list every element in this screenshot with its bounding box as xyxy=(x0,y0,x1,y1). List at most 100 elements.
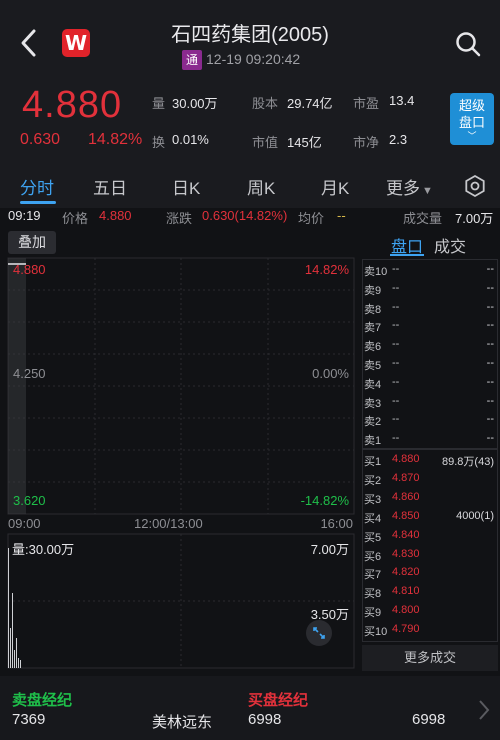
asks-volume: -- xyxy=(486,432,494,445)
bids-price: 4.810 xyxy=(392,585,420,598)
volume-value: 30.00万 xyxy=(172,96,218,111)
asks-volume: -- xyxy=(486,338,494,351)
volume-bar xyxy=(8,548,9,668)
asks-price: -- xyxy=(392,338,400,351)
super-orderbook-button[interactable]: 超级 盘口 ﹀ xyxy=(450,93,494,145)
bids-price: 4.820 xyxy=(392,566,420,579)
sell-broker-id: 7369 xyxy=(12,711,46,728)
tab-trades[interactable]: 成交 xyxy=(434,233,466,257)
y-axis-bottom-label: 3.620 xyxy=(13,493,46,508)
pct-axis-mid-label: 0.00% xyxy=(312,366,349,381)
asks-level-label: 卖4 xyxy=(364,378,382,391)
bids-level-label: 买3 xyxy=(364,493,382,506)
volume-bar xyxy=(12,593,13,668)
search-icon[interactable] xyxy=(454,30,482,58)
tab-daily-k[interactable]: 日K xyxy=(172,174,200,199)
tab-weekly-k[interactable]: 周K xyxy=(247,174,275,199)
market-cap-value: 145亿 xyxy=(287,135,322,150)
bids-row: 买9 4.800 xyxy=(362,602,498,620)
volume-bar xyxy=(18,658,19,668)
bids-row: 买1 4.880 89.8万(43) xyxy=(362,451,498,469)
bids-row: 买5 4.840 xyxy=(362,527,498,545)
buy-broker-title: 买盘经纪 xyxy=(248,692,309,709)
stock-title: 石四药集团(2005) xyxy=(171,24,329,46)
bids-price: 4.850 xyxy=(392,509,420,522)
tab-intraday[interactable]: 分时 xyxy=(20,174,54,199)
turnover-label: 换 xyxy=(152,135,166,150)
bids-level-label: 买6 xyxy=(364,550,382,563)
bids-level-label: 买9 xyxy=(364,607,382,620)
asks-level-label: 卖1 xyxy=(364,435,382,448)
asks-price: -- xyxy=(392,413,400,426)
more-trades-button[interactable]: 更多成交 xyxy=(362,645,498,671)
asks-row: 卖2 -- -- xyxy=(362,411,498,429)
expand-chart-icon[interactable] xyxy=(306,620,332,646)
asks-price: -- xyxy=(392,281,400,294)
info-price-value: 4.880 xyxy=(99,208,132,223)
price-change: 0.630 xyxy=(20,131,61,148)
bids-price: 4.790 xyxy=(392,623,420,636)
asks-row: 卖6 -- -- xyxy=(362,336,498,354)
pct-axis-bottom-label: -14.82% xyxy=(300,493,349,508)
tab-five-day[interactable]: 五日 xyxy=(93,174,127,199)
tab-monthly-k[interactable]: 月K xyxy=(321,174,349,199)
bids-level-label: 买10 xyxy=(364,626,388,639)
buy-broker-id-2: 6998 xyxy=(412,711,446,728)
asks-volume: -- xyxy=(486,319,494,332)
sell-broker-name: 美林远东 xyxy=(152,714,213,731)
bids-price: 4.860 xyxy=(392,490,420,503)
asks-row: 卖4 -- -- xyxy=(362,374,498,392)
info-change-label: 涨跌 xyxy=(166,211,193,226)
asks-volume: -- xyxy=(486,263,494,275)
y-axis-mid-label: 4.250 xyxy=(13,366,46,381)
asks-price: -- xyxy=(392,300,400,313)
order-book-tab-indicator xyxy=(390,254,424,256)
intraday-chart[interactable] xyxy=(0,228,358,673)
back-arrow-icon[interactable] xyxy=(14,26,44,60)
quote-timestamp: 12-19 09:20:42 xyxy=(206,51,301,67)
bids-row: 买8 4.810 xyxy=(362,583,498,601)
connect-badge: 通 xyxy=(182,50,202,70)
buy-broker-id: 6998 xyxy=(248,711,282,728)
volume-bar xyxy=(20,660,21,668)
asks-row: 卖1 -- -- xyxy=(362,430,498,448)
asks-price: -- xyxy=(392,319,400,332)
x-axis-start-label: 09:00 xyxy=(8,516,41,531)
share-capital-label: 股本 xyxy=(252,96,279,111)
sell-broker-title: 卖盘经纪 xyxy=(12,692,73,709)
pb-value: 2.3 xyxy=(389,132,408,147)
volume-bar xyxy=(14,650,15,668)
bids-row: 买3 4.860 xyxy=(362,489,498,507)
asks-price: -- xyxy=(392,375,400,388)
share-capital-value: 29.74亿 xyxy=(287,96,333,111)
overlay-button[interactable]: 叠加 xyxy=(8,231,56,254)
bids-level-label: 买8 xyxy=(364,588,382,601)
asks-level-label: 卖3 xyxy=(364,397,382,410)
bids-price: 4.880 xyxy=(392,453,420,465)
asks-volume: -- xyxy=(486,357,494,369)
chevron-down-icon: ﹀ xyxy=(467,131,477,141)
super-button-line1: 超级 xyxy=(458,98,485,113)
bids-level-label: 买4 xyxy=(364,512,382,525)
asks-volume: -- xyxy=(486,281,494,294)
asks-price: -- xyxy=(392,432,400,445)
asks-volume: -- xyxy=(486,300,494,313)
asks-level-label: 卖10 xyxy=(364,266,388,278)
tab-more[interactable]: 更多 ▼ xyxy=(386,174,433,199)
chevron-right-icon[interactable] xyxy=(476,698,492,722)
info-volume-label: 成交量 xyxy=(403,211,443,226)
asks-volume: -- xyxy=(486,413,494,426)
info-volume-value: 7.00万 xyxy=(455,211,494,226)
asks-price: -- xyxy=(392,394,400,407)
market-cap-label: 市值 xyxy=(252,135,279,150)
bids-row: 买4 4.850 4000(1) xyxy=(362,508,498,526)
pe-label: 市盈 xyxy=(353,96,380,111)
bids-row: 买2 4.870 xyxy=(362,470,498,488)
pct-axis-top-label: 14.82% xyxy=(304,262,349,277)
super-button-line2: 盘口 xyxy=(458,115,485,130)
caret-down-icon: ▼ xyxy=(422,185,433,197)
x-axis-end-label: 16:00 xyxy=(320,516,353,531)
pb-label: 市净 xyxy=(353,135,380,150)
settings-icon[interactable] xyxy=(463,174,487,198)
bids-price: 4.800 xyxy=(392,604,420,617)
